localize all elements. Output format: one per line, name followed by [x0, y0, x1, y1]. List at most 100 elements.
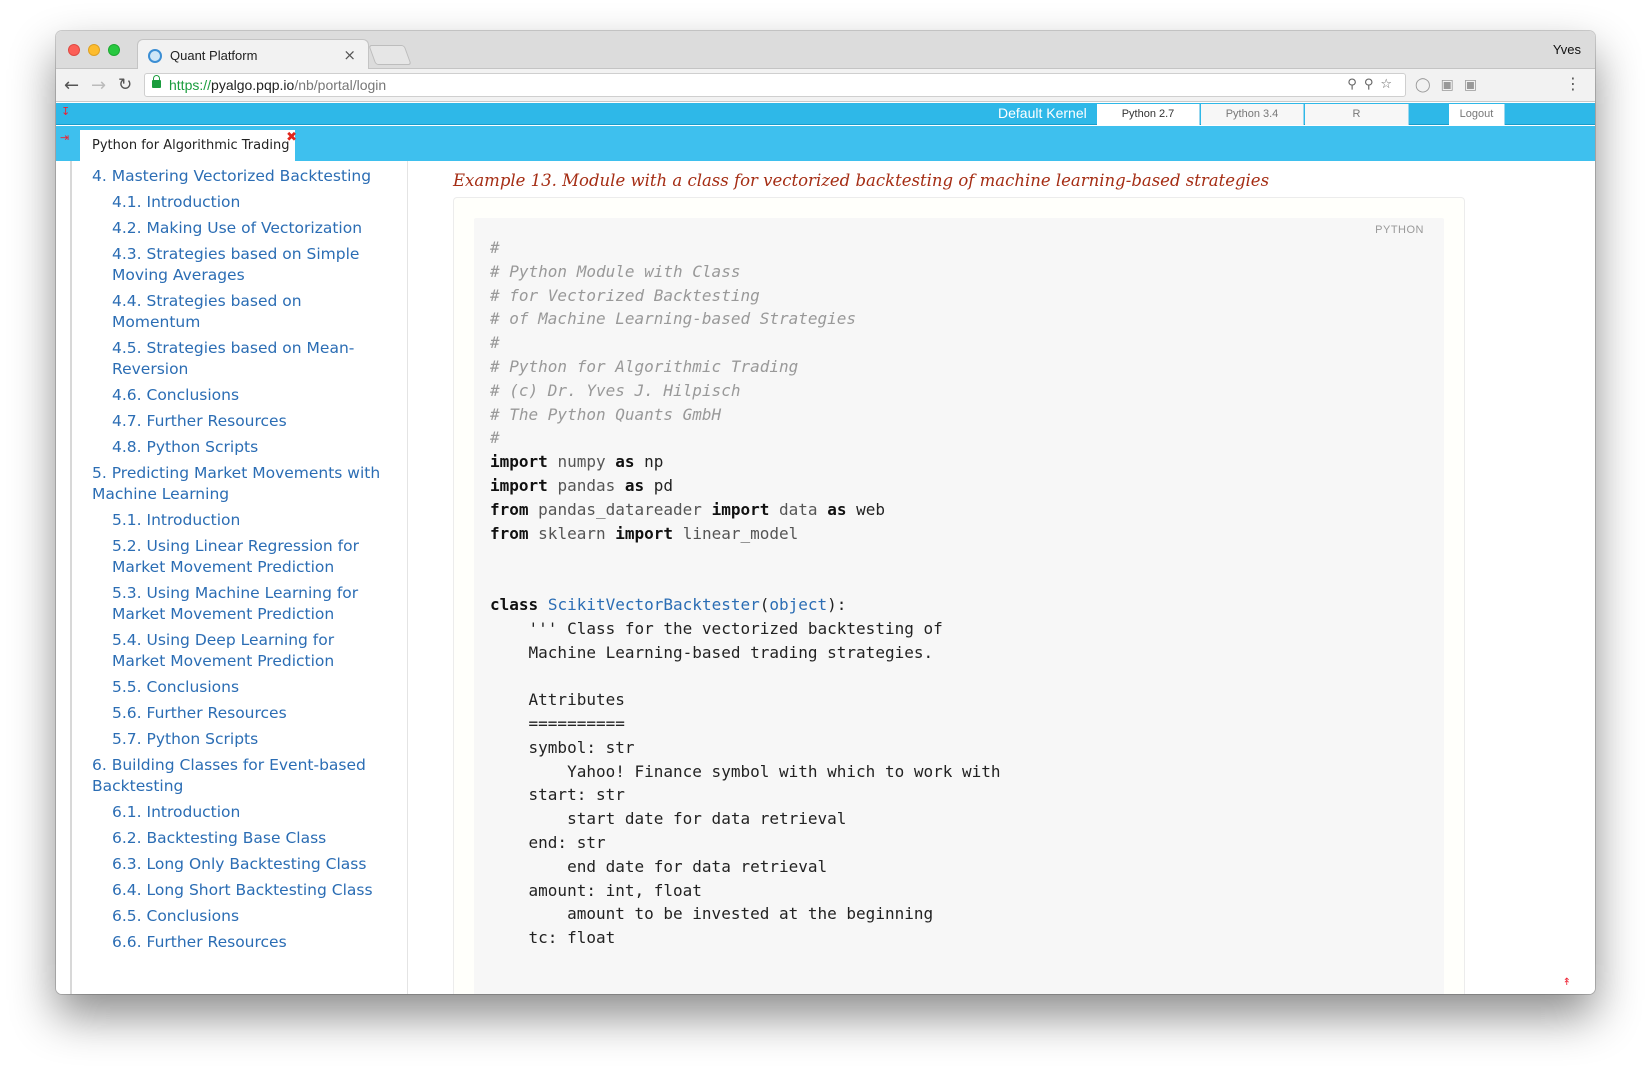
- code-token: #: [490, 428, 500, 448]
- close-window-button[interactable]: [68, 44, 80, 56]
- toc-section-link[interactable]: 4.1. Introduction: [72, 187, 407, 213]
- code-token: ==========: [490, 713, 625, 733]
- document-tab[interactable]: Python for Algorithmic Trading ✖: [80, 130, 297, 161]
- main-content: Example 13. Module with a class for vect…: [409, 161, 1595, 994]
- toc-section-link[interactable]: 5.1. Introduction: [72, 505, 407, 531]
- toc-section-link[interactable]: 6.6. Further Resources: [72, 927, 407, 953]
- extension-icon-1[interactable]: ◯: [1415, 77, 1441, 93]
- toc-section-link[interactable]: 6.1. Introduction: [72, 797, 407, 823]
- url-host: pyalgo.pqp.io: [211, 77, 295, 93]
- code-token: import: [490, 452, 548, 472]
- toc-section-link[interactable]: 6.4. Long Short Backtesting Class: [72, 875, 407, 901]
- code-token: import: [490, 475, 548, 495]
- code-token: ''' Class for the vectorized backtesting…: [490, 618, 943, 638]
- code-token: start date for data retrieval: [490, 809, 847, 829]
- address-bar-icons: ⚲⚲☆: [1347, 77, 1399, 92]
- logout-button[interactable]: Logout: [1449, 104, 1505, 125]
- back-arrow-icon[interactable]: ←: [64, 75, 79, 96]
- code-token: from: [490, 499, 529, 519]
- toc-section-link[interactable]: 6.2. Backtesting Base Class: [72, 823, 407, 849]
- key-icon[interactable]: ⚲: [1347, 77, 1364, 92]
- collapse-arrow-icon[interactable]: ⇥: [60, 131, 69, 144]
- address-bar[interactable]: https://pyalgo.pqp.io/nb/portal/login ⚲⚲…: [144, 73, 1406, 97]
- code-line: amount to be invested at the beginning: [490, 904, 933, 923]
- extension-icon-3[interactable]: ▣: [1464, 77, 1487, 93]
- favicon-icon: [148, 49, 162, 63]
- code-listing-frame: PYTHON # # Python Module with Class # fo…: [453, 197, 1465, 994]
- close-tab-icon[interactable]: ×: [343, 46, 356, 64]
- toc-section-link[interactable]: 4.5. Strategies based on Mean-Reversion: [72, 333, 407, 380]
- url-path: /nb/portal/login: [294, 77, 387, 93]
- toc-section-link[interactable]: 6.3. Long Only Backtesting Class: [72, 849, 407, 875]
- browser-tab[interactable]: Quant Platform ×: [137, 39, 369, 70]
- back-to-top-icon[interactable]: ↟: [1563, 977, 1571, 988]
- toc-section-link[interactable]: 4.8. Python Scripts: [72, 432, 407, 458]
- reload-icon[interactable]: ↻: [118, 75, 132, 95]
- toc-section-link[interactable]: 5.4. Using Deep Learning for Market Move…: [72, 625, 407, 672]
- pin-icon[interactable]: ↧: [61, 105, 70, 118]
- toc-section-link[interactable]: 4.4. Strategies based on Momentum: [72, 286, 407, 333]
- code-token: sklearn: [538, 523, 606, 543]
- toc-section-link[interactable]: 5.3. Using Machine Learning for Market M…: [72, 578, 407, 625]
- code-line: import pandas as pd: [490, 476, 673, 495]
- profile-name[interactable]: Yves: [1553, 42, 1581, 57]
- toc-section-link[interactable]: 5.7. Python Scripts: [72, 724, 407, 750]
- toc-section-link[interactable]: 4.2. Making Use of Vectorization: [72, 213, 407, 239]
- toc-section-link[interactable]: 5.6. Further Resources: [72, 698, 407, 724]
- extension-icon-2[interactable]: ▣: [1441, 77, 1464, 93]
- code-token: # for Vectorized Backtesting: [490, 285, 760, 305]
- code-token: amount: int, float: [490, 880, 702, 900]
- new-tab-button[interactable]: [368, 45, 412, 65]
- toc-chapter-link[interactable]: 4. Mastering Vectorized Backtesting: [72, 161, 407, 187]
- code-line: Yahoo! Finance symbol with which to work…: [490, 761, 1001, 781]
- code-line: tc: float: [490, 928, 616, 947]
- code-token: numpy: [557, 452, 606, 472]
- code-token: end: str: [490, 832, 606, 852]
- code-token: Attributes: [490, 690, 625, 710]
- code-line: Machine Learning-based trading strategie…: [490, 643, 934, 662]
- code-token: # Python for Algorithmic Trading: [490, 356, 799, 376]
- code-token: linear_model: [682, 523, 799, 543]
- code-line: #: [490, 238, 500, 257]
- code-token: import: [711, 499, 770, 519]
- url-text[interactable]: https://pyalgo.pqp.io/nb/portal/login: [169, 77, 386, 93]
- toc-section-link[interactable]: 4.6. Conclusions: [72, 380, 407, 406]
- star-icon[interactable]: ☆: [1380, 77, 1399, 92]
- kernel-button-r[interactable]: R: [1305, 104, 1409, 125]
- forward-arrow-icon[interactable]: →: [91, 75, 106, 96]
- code-token: Yahoo! Finance symbol with which to work…: [490, 761, 1001, 781]
- toc-section-link[interactable]: 6.5. Conclusions: [72, 901, 407, 927]
- kernel-button-python-3-4[interactable]: Python 3.4: [1201, 104, 1304, 125]
- toc-chapter-link[interactable]: 6. Building Classes for Event-based Back…: [72, 750, 407, 797]
- code-line: ==========: [490, 714, 625, 733]
- code-line: Attributes: [490, 690, 625, 709]
- toc-section-link[interactable]: 4.3. Strategies based on Simple Moving A…: [72, 239, 407, 286]
- maximize-window-button[interactable]: [108, 44, 120, 56]
- code-text[interactable]: # # Python Module with Class # for Vecto…: [490, 236, 1001, 950]
- vertical-dots-icon[interactable]: ⋮: [1565, 74, 1581, 93]
- code-token: pandas: [557, 475, 616, 495]
- toc-section-link[interactable]: 5.5. Conclusions: [72, 672, 407, 698]
- kernel-button-python-2-7[interactable]: Python 2.7: [1097, 104, 1200, 125]
- code-line: from sklearn import linear_model: [490, 524, 798, 543]
- close-document-tab-icon[interactable]: ✖: [286, 130, 297, 145]
- toc-section-link[interactable]: 5.2. Using Linear Regression for Market …: [72, 531, 407, 578]
- toc-chapter-link[interactable]: 5. Predicting Market Movements with Mach…: [72, 458, 407, 505]
- code-line: import numpy as np: [490, 452, 663, 471]
- code-token: end date for data retrieval: [490, 856, 828, 876]
- minimize-window-button[interactable]: [88, 44, 100, 56]
- code-line: # (c) Dr. Yves J. Hilpisch: [490, 381, 740, 400]
- code-token: as: [615, 452, 635, 472]
- zoom-icon[interactable]: ⚲: [1364, 77, 1381, 92]
- toc-section-link[interactable]: 4.7. Further Resources: [72, 406, 407, 432]
- code-token: start: str: [490, 785, 625, 805]
